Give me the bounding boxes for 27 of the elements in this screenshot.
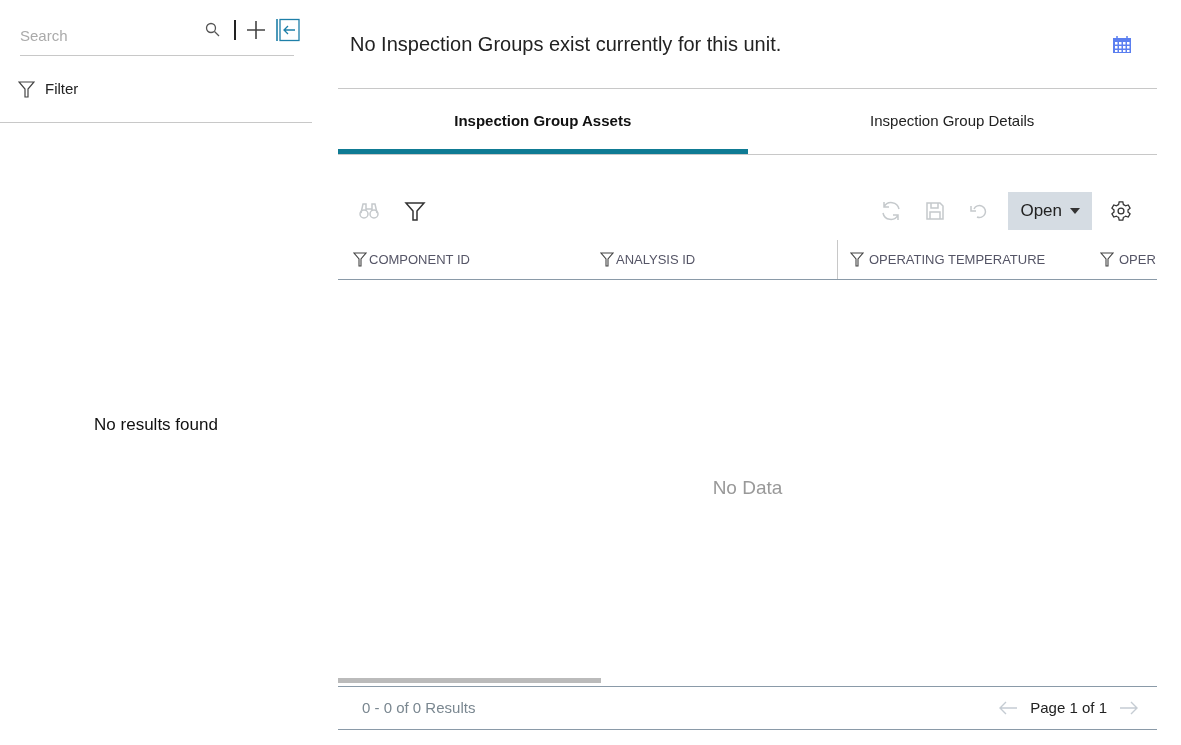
filter-icon[interactable] [18, 80, 35, 98]
search-icon[interactable] [205, 22, 221, 38]
filter-icon[interactable] [404, 200, 426, 222]
column-filter-icon[interactable] [353, 252, 367, 267]
tab[interactable]: Inspection Group Details [747, 89, 1157, 154]
results-count: 0 - 0 of 0 Results [362, 697, 476, 718]
search-field[interactable]: Search [20, 25, 190, 48]
column-header[interactable]: OPER [1119, 249, 1156, 270]
caret-icon [1070, 208, 1080, 214]
empty-message: No Data [712, 475, 783, 500]
settings-icon[interactable] [1110, 200, 1132, 222]
column-header[interactable]: COMPONENT ID [369, 249, 470, 270]
empty-message: No results found [94, 414, 218, 437]
add-icon[interactable] [246, 20, 266, 40]
collapse-panel-icon[interactable] [276, 18, 300, 42]
page-indicator: Page 1 of 1 [1030, 697, 1107, 718]
column-filter-icon[interactable] [850, 252, 864, 267]
filter-label[interactable]: Filter [45, 77, 79, 101]
column-header[interactable]: ANALYSIS ID [616, 249, 696, 270]
column-header[interactable]: OPERATING TEMPERATURE [869, 249, 1046, 270]
column-filter-icon[interactable] [600, 252, 614, 267]
page-title: No Inspection Groups exist currently for this unit. [350, 32, 782, 57]
tab[interactable]: Inspection Group Assets [338, 89, 748, 154]
scrollbar[interactable] [338, 678, 601, 683]
open-dropdown-button[interactable]: Open [1008, 192, 1092, 230]
calendar-icon[interactable] [1112, 34, 1132, 54]
column-filter-icon[interactable] [1100, 252, 1114, 267]
